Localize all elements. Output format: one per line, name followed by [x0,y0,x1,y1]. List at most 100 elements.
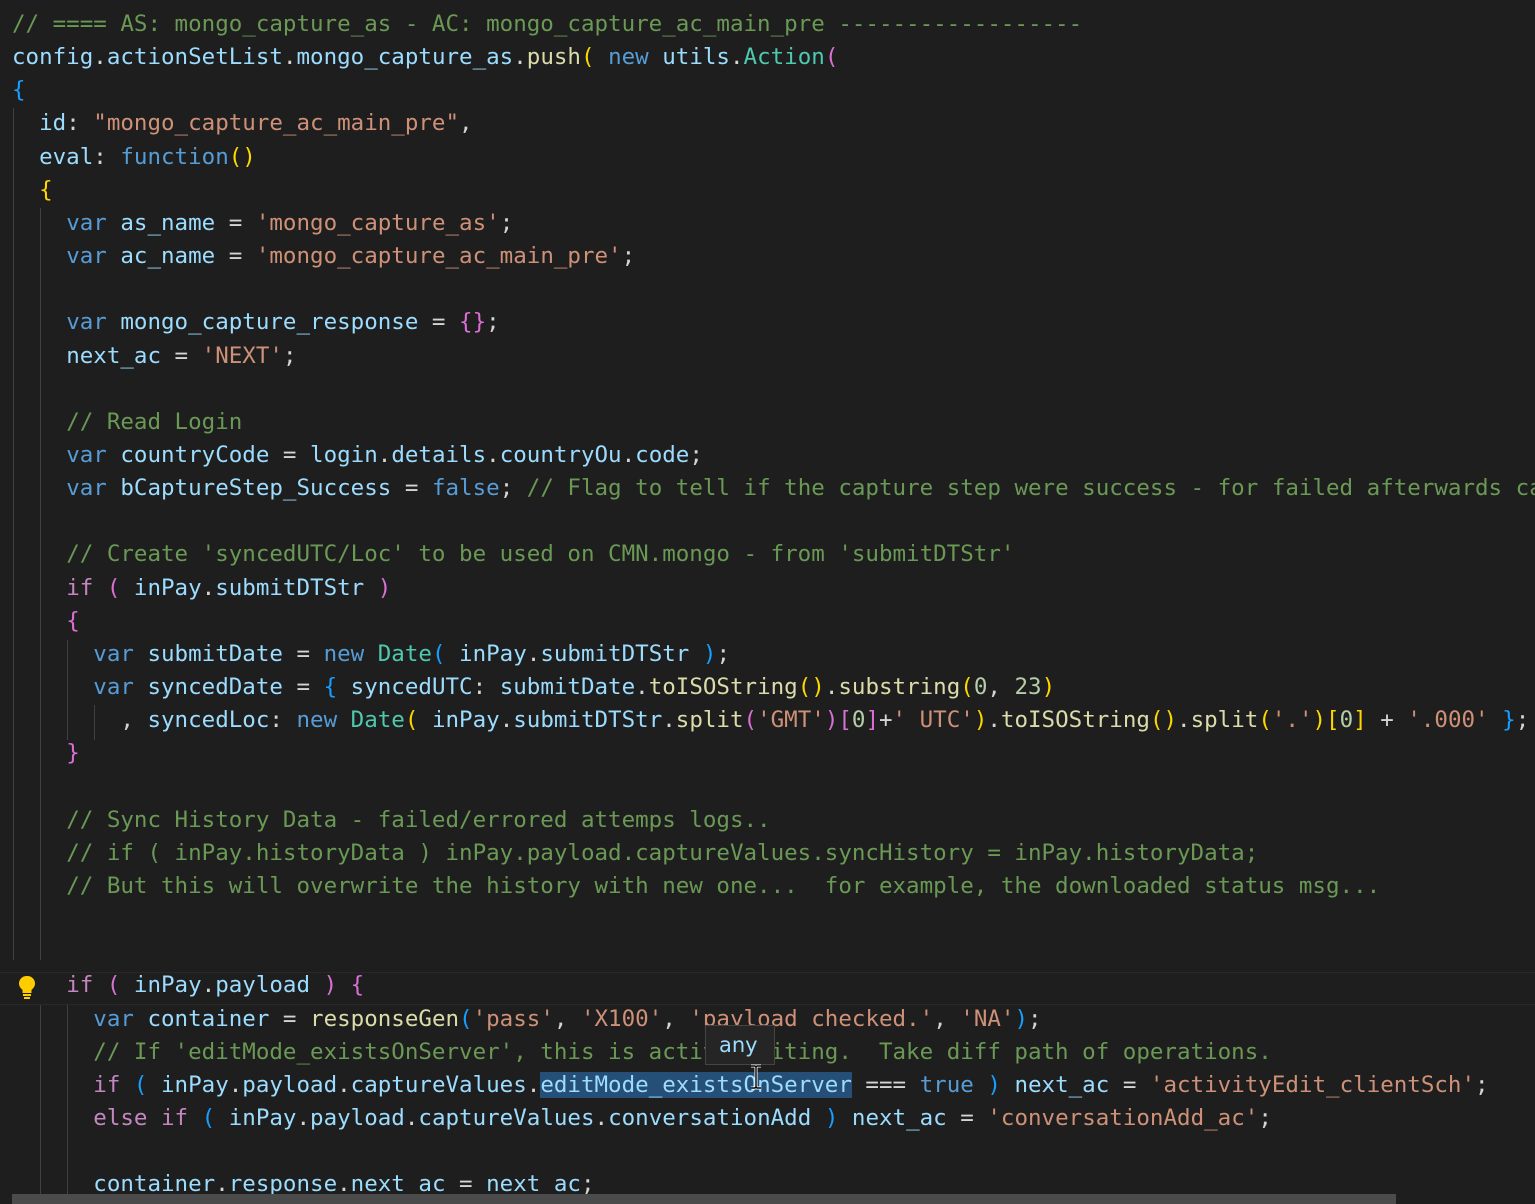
code-line[interactable]: var container = responseGen('pass', 'X10… [12,1003,1042,1036]
code-token: . [404,1104,419,1131]
code-token: = [418,309,460,336]
code-token: 23 [1014,674,1042,700]
code-token: submitDTStr [513,707,663,734]
code-line[interactable]: config.actionSetList.mongo_capture_as.pu… [12,41,838,74]
code-token: ; [1028,1005,1042,1032]
lightbulb-icon[interactable] [16,974,38,1000]
code-token: // But this will overwrite the history w… [66,872,1381,899]
code-line[interactable]: // Sync History Data - failed/errored at… [12,804,770,837]
code-line[interactable]: { [12,605,80,638]
code-token: } [66,740,80,767]
code-token: inPay [431,707,500,734]
code-token: : [66,110,94,137]
code-token: . [635,674,649,700]
code-line[interactable]: eval: function() [12,141,256,174]
code-line[interactable]: } [12,737,80,770]
code-line[interactable]: var syncedDate = { syncedUTC: submitDate… [12,671,1055,704]
code-token: ; [1515,707,1530,734]
code-token: syncedUTC [350,674,473,700]
code-token: ; [689,441,703,468]
code-token: ) [702,640,717,667]
code-token: ( [133,1071,148,1098]
code-token: var [66,309,107,336]
code-token: ac_name [120,243,216,270]
code-line[interactable]: var bCaptureStep_Success = false; // Fla… [12,472,1535,505]
code-token: inPay [133,972,202,999]
code-token: . [201,972,216,999]
code-token: 'activityEdit_clientSch' [1149,1071,1476,1098]
code-line[interactable]: { [12,74,26,107]
code-line[interactable]: { [12,174,53,207]
code-token: 'pass' [472,1005,554,1032]
code-token: ( [404,707,419,734]
code-line[interactable]: // Create 'syncedUTC/Loc' to be used on … [12,538,1014,571]
code-token: = [215,209,256,236]
code-token: + [1366,707,1408,734]
code-line[interactable]: // But this will overwrite the history w… [12,870,1380,903]
code-token: ) [323,972,338,999]
code-token: var [66,209,107,236]
hover-tooltip: any [705,1025,775,1065]
code-token: ) [987,1071,1001,1098]
code-token: ; [499,209,514,236]
code-editor[interactable]: // ==== AS: mongo_capture_as - AC: mongo… [0,0,1535,1204]
code-token: 0 [851,707,866,734]
code-token: () [228,143,256,170]
code-token: syncedLoc [147,707,270,734]
code-token: = [161,342,202,369]
code-token: . [513,44,527,71]
code-line[interactable]: var submitDate = new Date( inPay.submitD… [12,638,730,671]
code-token: ( [1258,707,1272,734]
code-token: , [987,674,1015,700]
code-token: . [296,1104,311,1131]
code-token: ; [499,475,527,502]
code-token: , [662,1005,690,1032]
code-line[interactable]: // Read Login [12,406,242,439]
code-line[interactable]: var mongo_capture_response = {}; [12,306,499,339]
code-line[interactable]: next_ac = 'NEXT'; [12,340,296,373]
code-line[interactable]: if ( inPay.submitDTStr ) [12,572,391,605]
code-token: ) [377,574,392,601]
code-line[interactable]: // If 'editMode_existsOnServer', this is… [12,1036,1272,1069]
code-token: else [93,1104,148,1131]
code-token: if [161,1104,189,1131]
code-token: substring [838,674,961,700]
code-line[interactable]: // if ( inPay.historyData ) inPay.payloa… [12,837,1258,870]
code-token: // If 'editMode_existsOnServer', this is… [93,1038,1272,1065]
code-token: ) [824,1104,839,1131]
code-token: : [472,674,500,700]
code-token: () [797,674,825,700]
code-line[interactable]: var countryCode = login.details.countryO… [12,439,703,472]
code-token: ( [106,972,121,999]
code-token: ( [743,707,758,734]
code-line[interactable]: id: "mongo_capture_ac_main_pre", [12,107,473,140]
code-line[interactable]: var as_name = 'mongo_capture_as'; [12,207,513,240]
code-line[interactable]: else if ( inPay.payload.captureValues.co… [12,1102,1272,1135]
code-token: next_ac [1014,1071,1110,1098]
horizontal-scrollbar[interactable] [12,1194,1396,1204]
code-line[interactable]: , syncedLoc: new Date( inPay.submitDTStr… [12,704,1529,737]
code-line[interactable]: // ==== AS: mongo_capture_as - AC: mongo… [12,8,1082,41]
code-token: inPay [228,1104,297,1131]
code-token: , [459,110,473,137]
code-line[interactable]: if ( inPay.payload ) { [12,969,364,1002]
code-token: id [39,110,67,137]
code-token: "mongo_capture_ac_main_pre" [93,110,460,137]
code-token: : [93,143,121,170]
code-line[interactable]: var ac_name = 'mongo_capture_ac_main_pre… [12,240,635,273]
code-token: 'X100' [580,1005,663,1032]
code-token: { [12,77,26,104]
code-token: . [824,674,839,700]
code-token: { [323,674,338,700]
code-token: toISOString [648,674,798,700]
code-token: push [526,44,581,71]
